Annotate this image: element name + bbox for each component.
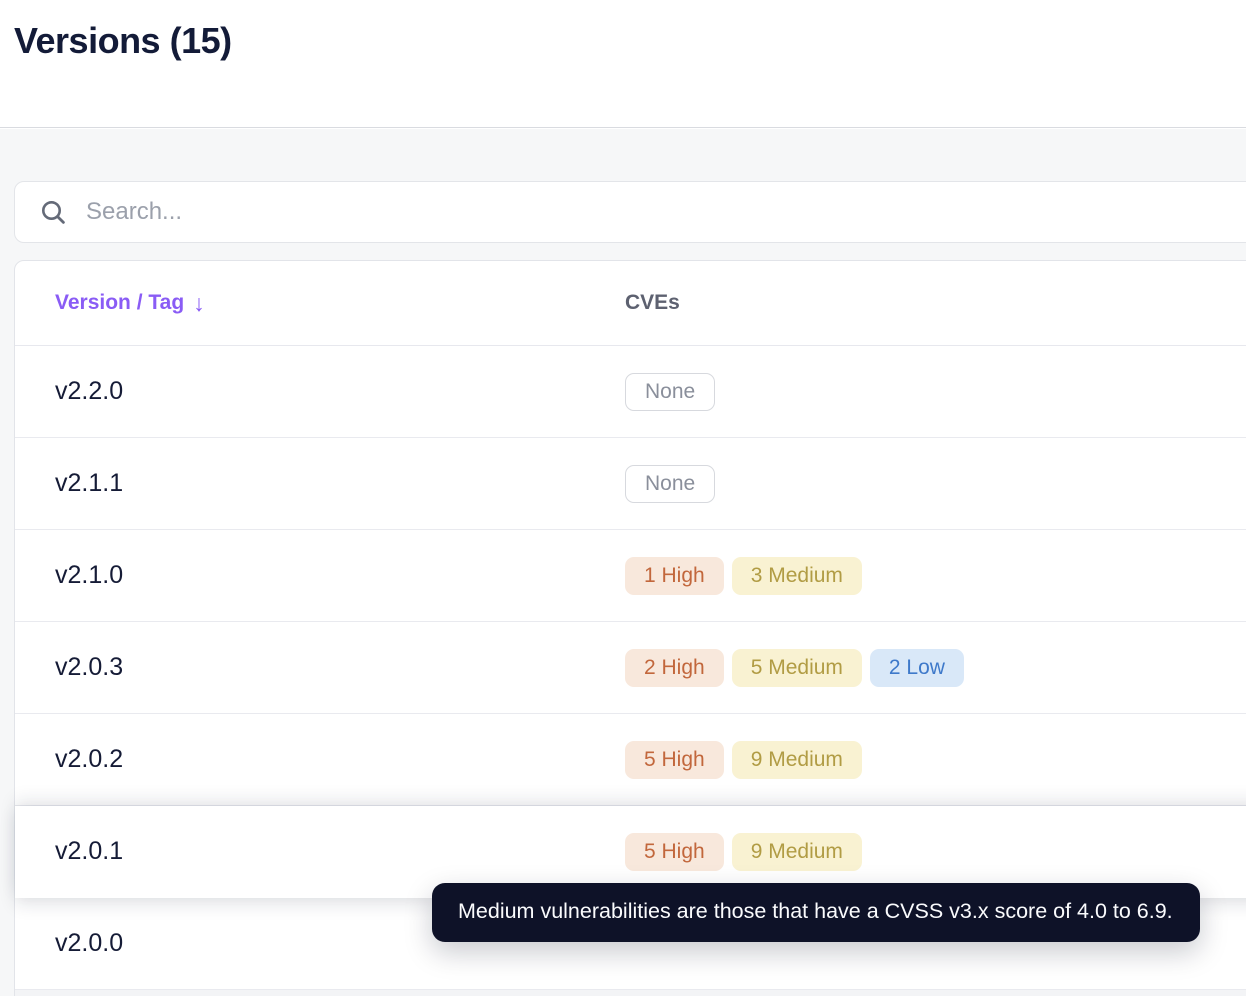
medium-cve-tooltip: Medium vulnerabilities are those that ha… [432, 883, 1200, 942]
tooltip-text: Medium vulnerabilities are those that ha… [458, 899, 1173, 923]
sort-descending-icon[interactable]: ↓ [193, 291, 205, 315]
cve-badge-high[interactable]: 5 High [625, 832, 724, 871]
search-input[interactable] [84, 197, 1246, 227]
cves-cell: None [625, 372, 1246, 411]
cve-badge-medium[interactable]: 9 Medium [731, 832, 862, 871]
cve-badge-high[interactable]: 2 High [625, 648, 724, 687]
column-header-cves: CVEs [625, 291, 1246, 315]
version-tag-column-label: Version / Tag [55, 291, 185, 314]
table-row[interactable]: v2.1.0 1 High 3 Medium [15, 530, 1246, 622]
cve-badge-none[interactable]: None [625, 372, 716, 411]
next-row-partial [15, 990, 1246, 996]
page-title: Versions (15) [14, 20, 232, 61]
version-tag-cell: v2.1.1 [55, 469, 124, 497]
content-area: Version / Tag ↓ CVEs v2.2.0 None v2.1.1 Non… [0, 129, 1246, 996]
cve-badge-low[interactable]: 2 Low [869, 648, 964, 687]
cve-badge-medium[interactable]: 9 Medium [731, 740, 862, 779]
version-tag-cell: v2.2.0 [55, 377, 124, 405]
cves-cell: 5 High 9 Medium [625, 832, 1246, 871]
column-header-version-tag[interactable]: Version / Tag ↓ [15, 291, 625, 315]
table-row[interactable]: v2.0.2 5 High 9 Medium [15, 714, 1246, 806]
page-header: Versions (15) [0, 0, 1246, 128]
version-tag-cell: v2.1.0 [55, 561, 124, 589]
cve-badge-high[interactable]: 5 High [625, 740, 724, 779]
cve-badge-medium[interactable]: 5 Medium [731, 648, 862, 687]
version-tag-cell: v2.0.1 [55, 837, 124, 865]
cves-cell: 2 High 5 Medium 2 Low [625, 648, 1246, 687]
version-tag-cell: v2.0.3 [55, 653, 124, 681]
table-header-row: Version / Tag ↓ CVEs [15, 261, 1246, 346]
table-row[interactable]: v2.2.0 None [15, 346, 1246, 438]
cve-badge-none[interactable]: None [625, 464, 716, 503]
cves-column-label: CVEs [625, 291, 680, 314]
table-row[interactable]: v2.1.1 None [15, 438, 1246, 530]
cves-cell: None [625, 464, 1246, 503]
version-tag-cell: v2.0.2 [55, 745, 124, 773]
cves-cell: 5 High 9 Medium [625, 740, 1246, 779]
cve-badge-high[interactable]: 1 High [625, 556, 724, 595]
versions-page: Versions (15) Version / Tag ↓ [0, 0, 1246, 996]
search-icon [40, 199, 67, 226]
search-box[interactable] [14, 181, 1246, 243]
table-row[interactable]: v2.0.3 2 High 5 Medium 2 Low [15, 622, 1246, 714]
cves-cell: 1 High 3 Medium [625, 556, 1246, 595]
cve-badge-medium[interactable]: 3 Medium [731, 556, 862, 595]
